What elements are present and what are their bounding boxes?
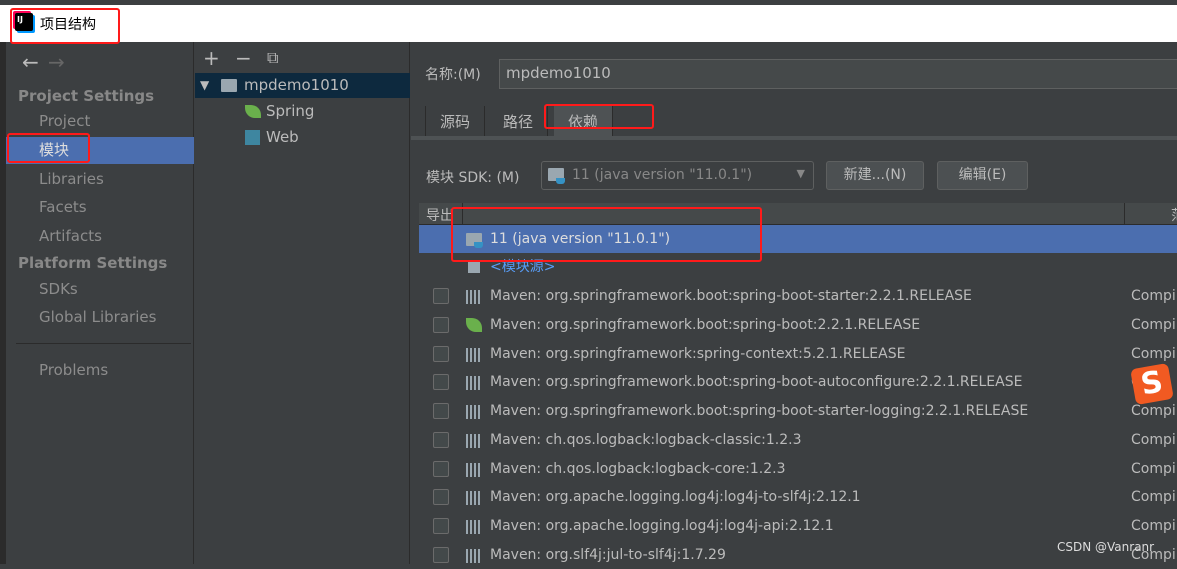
export-checkbox[interactable] [433, 374, 449, 391]
annotation-box [544, 104, 654, 129]
dependency-scope[interactable]: Compi [1131, 426, 1176, 454]
dependency-name: Maven: org.springframework.boot:spring-b… [490, 316, 921, 333]
spring-leaf-icon [245, 105, 261, 118]
dependency-name: Maven: org.apache.logging.log4j:log4j-ap… [490, 518, 834, 534]
sdk-select[interactable]: 11 (java version "11.0.1") ▼ [541, 161, 814, 190]
title-bar: IJ 项目结构 [0, 5, 1177, 42]
expand-triangle-icon[interactable]: ▼ [200, 73, 209, 98]
dependency-name: Maven: org.springframework.boot:spring-b… [490, 374, 1023, 391]
tree-root-label: mpdemo1010 [244, 76, 349, 94]
maven-library-icon [466, 347, 482, 362]
add-icon[interactable]: + [203, 46, 220, 70]
platform-settings-heading: Platform Settings [18, 254, 168, 272]
name-label: 名称:(M) [425, 67, 481, 83]
module-tree: + − ⧉ ▼ mpdemo1010 Spring Web [195, 42, 410, 564]
dependency-scope[interactable]: Compi [1131, 483, 1176, 511]
dependency-name: Maven: ch.qos.logback:logback-core:1.2.3 [490, 460, 786, 477]
copy-icon[interactable]: ⧉ [267, 48, 278, 68]
dependency-scope[interactable]: Compi [1131, 512, 1176, 540]
dependency-name: Maven: ch.qos.logback:logback-classic:1.… [490, 431, 802, 448]
dependency-name: Maven: org.apache.logging.log4j:log4j-to… [490, 489, 861, 506]
module-folder-icon [221, 79, 237, 92]
export-checkbox[interactable] [433, 518, 449, 534]
source-icon [468, 262, 480, 273]
dependency-name: Maven: org.slf4j:jul-to-slf4j:1.7.29 [490, 546, 726, 563]
tab-underline [411, 136, 1177, 140]
settings-sidebar: ← → Project Settings Project 模块 Librarie… [6, 42, 194, 564]
edit-sdk-button[interactable]: 编辑(E) [937, 161, 1028, 190]
dependency-row[interactable]: Maven: ch.qos.logback:logback-core:1.2.3… [419, 455, 1177, 483]
column-divider [1124, 203, 1125, 225]
spring-boot-icon [466, 317, 482, 332]
back-arrow-icon[interactable]: ← [22, 50, 39, 74]
name-input[interactable]: mpdemo1010 [499, 59, 1177, 89]
module-details: 名称:(M) mpdemo1010 源码 路径 依赖 模块 SDK: (M) 1… [411, 42, 1177, 564]
tree-item-spring[interactable]: Spring [195, 99, 410, 124]
maven-library-icon [466, 290, 482, 304]
sidebar-item-libraries[interactable]: Libraries [6, 166, 194, 193]
dependency-row[interactable]: Maven: org.springframework:spring-contex… [419, 340, 1177, 368]
dependency-name: Maven: org.springframework.boot:spring-b… [490, 288, 972, 304]
dependency-row[interactable]: Maven: org.springframework.boot:spring-b… [419, 368, 1177, 396]
export-checkbox[interactable] [433, 403, 449, 419]
dependency-row[interactable]: Maven: org.apache.logging.log4j:log4j-ap… [419, 512, 1177, 540]
sidebar-item-facets[interactable]: Facets [6, 194, 194, 221]
annotation-box [10, 8, 120, 44]
remove-icon[interactable]: − [235, 46, 252, 70]
maven-library-icon [466, 433, 482, 448]
tree-root[interactable]: ▼ mpdemo1010 [195, 73, 410, 98]
forward-arrow-icon[interactable]: → [48, 50, 65, 74]
export-checkbox[interactable] [433, 316, 449, 333]
dependency-row[interactable]: Maven: org.springframework.boot:spring-b… [419, 311, 1177, 339]
maven-library-icon [466, 491, 482, 506]
tab-paths[interactable]: 路径 [489, 106, 549, 136]
watermark: CSDN @Vanranr [1057, 540, 1155, 554]
export-checkbox[interactable] [433, 288, 449, 304]
dependency-name: Maven: org.springframework.boot:spring-b… [490, 403, 1029, 419]
chevron-down-icon: ▼ [796, 167, 805, 180]
tree-item-web[interactable]: Web [195, 125, 410, 150]
maven-library-icon [466, 520, 482, 534]
export-checkbox[interactable] [433, 431, 449, 448]
maven-library-icon [466, 405, 482, 419]
export-checkbox[interactable] [433, 345, 449, 362]
annotation-box [451, 207, 762, 262]
annotation-box [7, 133, 90, 163]
dependency-row[interactable]: Maven: org.apache.logging.log4j:log4j-to… [419, 483, 1177, 511]
java-cup-icon [556, 178, 565, 184]
tab-sources[interactable]: 源码 [425, 106, 486, 136]
dependency-scope[interactable]: Compi [1131, 455, 1176, 483]
sidebar-item-artifacts[interactable]: Artifacts [6, 223, 194, 250]
tree-item-label: Web [266, 128, 299, 146]
dependency-row[interactable]: Maven: org.springframework.boot:spring-b… [419, 397, 1177, 425]
dependency-scope[interactable]: Compi [1131, 340, 1176, 368]
dependency-row[interactable]: Maven: ch.qos.logback:logback-classic:1.… [419, 426, 1177, 454]
column-export[interactable]: 导出 [426, 205, 454, 225]
project-settings-heading: Project Settings [18, 87, 155, 105]
dependency-name: Maven: org.springframework:spring-contex… [490, 345, 906, 362]
divider [16, 343, 191, 344]
maven-library-icon [466, 548, 482, 563]
tree-item-label: Spring [266, 102, 315, 120]
export-checkbox[interactable] [433, 489, 449, 506]
maven-library-icon [466, 462, 482, 477]
sdk-label: 模块 SDK: (M) [426, 170, 520, 186]
new-sdk-button[interactable]: 新建...(N) [826, 161, 924, 190]
dependency-scope[interactable]: Compi [1131, 311, 1176, 339]
sidebar-item-problems[interactable]: Problems [6, 357, 194, 384]
export-checkbox[interactable] [433, 546, 449, 563]
web-icon [245, 130, 260, 145]
maven-library-icon [466, 376, 482, 391]
export-checkbox[interactable] [433, 460, 449, 477]
dependency-scope[interactable]: Compi [1131, 282, 1176, 310]
sdk-value: 11 (java version "11.0.1") [572, 167, 753, 183]
dependency-row[interactable]: Maven: org.springframework.boot:spring-b… [419, 282, 1177, 310]
sidebar-item-sdks[interactable]: SDKs [6, 276, 194, 303]
sidebar-item-project[interactable]: Project [6, 108, 194, 135]
sidebar-item-global-libraries[interactable]: Global Libraries [6, 304, 194, 331]
sogou-ime-icon[interactable]: S [1130, 362, 1174, 406]
